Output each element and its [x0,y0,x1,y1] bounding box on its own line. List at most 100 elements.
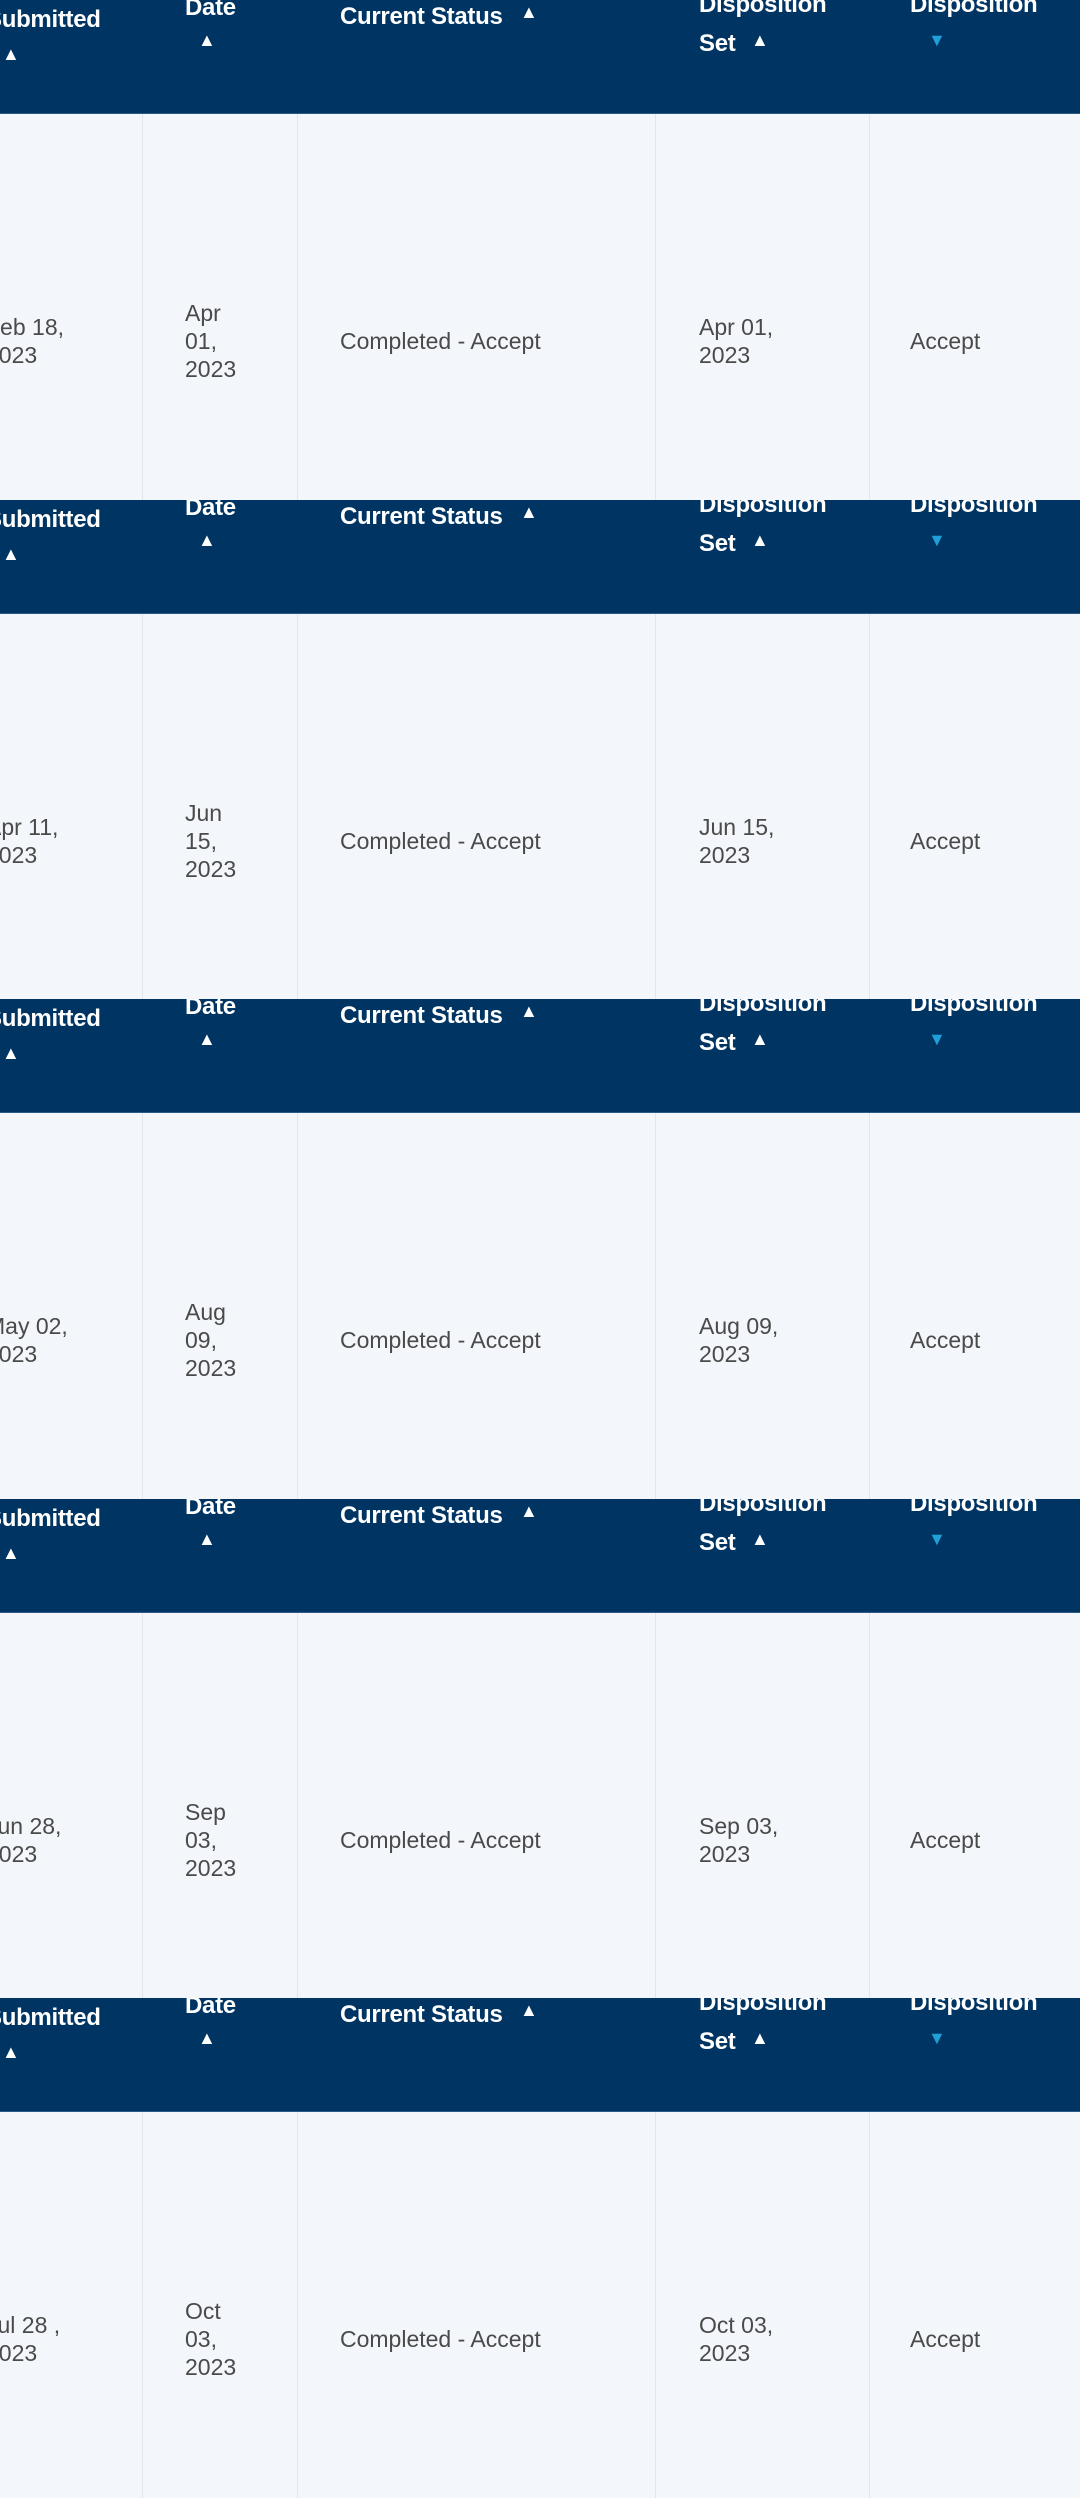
cell-disposition: Accept [870,114,1080,500]
sort-ascending-icon[interactable]: ▲ [751,1029,769,1050]
column-header-label: Set [699,529,736,557]
cell-value: Accept [910,1327,981,1354]
column-header-submitted[interactable]: Submitted ▲ [0,999,143,1112]
column-header-label: Current Status [340,3,503,30]
column-header-label: Current Status [340,2001,503,2029]
cell-date: Apr 01, 2023 [143,114,298,500]
column-header-date[interactable]: Date ▲ [143,0,298,113]
column-header-disposition[interactable]: Disposition ▼ [870,999,1080,1112]
sort-ascending-icon[interactable]: ▲ [751,30,769,51]
table-header: Submitted ▲ Date ▲ Current Status ▲ Disp… [0,0,1080,114]
column-header-date[interactable]: Date ▲ [143,500,298,613]
sort-descending-icon[interactable]: ▼ [928,30,946,51]
column-header-disposition-set[interactable]: Disposition Set ▲ [656,1998,870,2111]
column-header-submitted[interactable]: Submitted ▲ [0,1499,143,1612]
sort-ascending-icon[interactable]: ▲ [2,1543,20,1564]
column-header-disposition[interactable]: Disposition ▼ [870,0,1080,113]
cell-submitted: Jun 28, 2023 [0,1612,143,1999]
table-header: Submitted ▲ Date ▲ Current Status ▲ Disp… [0,1498,1080,1613]
column-header-label: Current Status [340,502,503,530]
cell-current-status: Completed - Accept [298,114,656,500]
column-header-label: Submitted [0,6,101,33]
column-header-current-status[interactable]: Current Status ▲ [298,0,656,113]
sort-ascending-icon[interactable]: ▲ [520,1501,538,1522]
sort-ascending-icon[interactable]: ▲ [520,1001,538,1022]
column-header-label: Disposition [910,1498,1038,1517]
cell-value: Completed - Accept [340,2326,541,2353]
result-table: Submitted ▲ Date ▲ Current Status ▲ Disp… [0,0,1080,500]
column-header-label: Date [185,0,236,21]
column-header-disposition-set[interactable]: Disposition Set ▲ [656,500,870,613]
cell-disposition: Accept [870,614,1080,1000]
column-header-date[interactable]: Date ▲ [143,1998,298,2111]
column-header-label: Disposition [699,1998,827,2017]
column-header-disposition[interactable]: Disposition ▼ [870,500,1080,613]
result-table: Submitted ▲ Date ▲ Current Status ▲ Disp… [0,499,1080,1000]
sort-descending-icon[interactable]: ▼ [928,2028,946,2049]
column-header-submitted[interactable]: Submitted ▲ [0,0,143,113]
column-header-date[interactable]: Date ▲ [143,1499,298,1612]
column-header-disposition[interactable]: Disposition ▼ [870,1499,1080,1612]
column-header-disposition-set[interactable]: Disposition Set ▲ [656,999,870,1112]
cell-disposition: Accept [870,1113,1080,1499]
sort-ascending-icon[interactable]: ▲ [198,1529,216,1550]
cell-submitted: Feb 18, 2023 [0,114,143,500]
cell-value: Jun 15, 2023 [185,799,237,882]
sort-ascending-icon[interactable]: ▲ [751,1529,769,1550]
cell-submitted: Jul 28 , 2023 [0,2112,143,2498]
cell-value: Completed - Accept [340,827,541,854]
cell-value: Jun 15, 2023 [699,813,775,868]
column-header-label: Date [185,1998,236,2020]
column-header-disposition-set[interactable]: Disposition Set ▲ [656,1499,870,1612]
column-header-current-status[interactable]: Current Status ▲ [298,1499,656,1612]
column-header-current-status[interactable]: Current Status ▲ [298,1998,656,2111]
column-header-disposition-set[interactable]: Disposition Set ▲ [656,0,870,113]
column-header-date[interactable]: Date ▲ [143,999,298,1112]
column-header-label: Disposition [910,0,1038,18]
column-header-submitted[interactable]: Submitted ▲ [0,500,143,613]
cell-date: Aug 09, 2023 [143,1113,298,1499]
sort-descending-icon[interactable]: ▼ [928,530,946,551]
cell-value: Accept [910,1826,981,1853]
sort-ascending-icon[interactable]: ▲ [2,44,20,65]
sort-ascending-icon[interactable]: ▲ [198,1029,216,1050]
sort-ascending-icon[interactable]: ▲ [2,1043,20,1064]
cell-value: Apr 11, 2023 [0,813,59,868]
cell-value: Jul 28 , 2023 [0,2312,61,2367]
table-header: Submitted ▲ Date ▲ Current Status ▲ Disp… [0,999,1080,1114]
column-header-label: Submitted [0,1005,101,1033]
cell-date: Jun 15, 2023 [143,613,298,1000]
column-header-submitted[interactable]: Submitted ▲ [0,1998,143,2111]
cell-disposition-set: Jun 15, 2023 [656,613,870,1000]
cell-date: Oct 03, 2023 [143,2112,298,2498]
sort-ascending-icon[interactable]: ▲ [520,502,538,523]
sort-ascending-icon[interactable]: ▲ [520,2,538,23]
sort-ascending-icon[interactable]: ▲ [520,2000,538,2021]
cell-value: Completed - Accept [340,1327,541,1354]
sort-ascending-icon[interactable]: ▲ [198,30,216,51]
cell-submitted: May 02, 2023 [0,1113,143,1499]
table-row: Jun 28, 2023 Sep 03, 2023 Completed - Ac… [0,1612,1080,1999]
sort-ascending-icon[interactable]: ▲ [751,2028,769,2049]
column-header-current-status[interactable]: Current Status ▲ [298,500,656,613]
sort-ascending-icon[interactable]: ▲ [751,530,769,551]
cell-value: Accept [910,2326,981,2353]
cell-date: Sep 03, 2023 [143,1612,298,1999]
sort-ascending-icon[interactable]: ▲ [198,2028,216,2049]
cell-value: May 02, 2023 [0,1313,68,1368]
sort-ascending-icon[interactable]: ▲ [2,2042,20,2063]
cell-value: Apr 01, 2023 [185,300,237,382]
column-header-current-status[interactable]: Current Status ▲ [298,999,656,1112]
cell-value: Sep 03, 2023 [699,1812,779,1867]
column-header-disposition[interactable]: Disposition ▼ [870,1998,1080,2111]
sort-ascending-icon[interactable]: ▲ [198,530,216,551]
cell-current-status: Completed - Accept [298,2112,656,2498]
cell-current-status: Completed - Accept [298,1113,656,1499]
result-table: Submitted ▲ Date ▲ Current Status ▲ Disp… [0,1498,1080,1999]
sort-descending-icon[interactable]: ▼ [928,1529,946,1550]
cell-disposition: Accept [870,2112,1080,2498]
cell-submitted: Apr 11, 2023 [0,613,143,1000]
sort-descending-icon[interactable]: ▼ [928,1029,946,1050]
sort-ascending-icon[interactable]: ▲ [2,544,20,565]
column-header-label: Set [699,2028,736,2056]
